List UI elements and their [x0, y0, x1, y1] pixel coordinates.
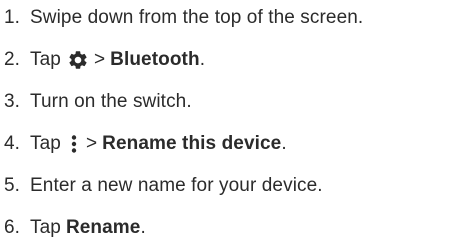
gear-icon [67, 49, 89, 71]
step-2: 2. Tap > Bluetooth . [0, 46, 205, 74]
step-number: 4. [4, 133, 21, 154]
step-number: 1. [4, 7, 21, 28]
step-content: Tap > Bluetooth . [30, 49, 205, 71]
step-number: 6. [4, 217, 21, 238]
step-number: 5. [4, 175, 21, 196]
step-prefix: Tap [30, 217, 61, 238]
step-bold-text: Bluetooth [110, 49, 200, 70]
step-prefix: Tap [30, 49, 61, 70]
step-text: Turn on the switch. [30, 91, 192, 112]
step-6: 6. Tap Rename . [0, 214, 146, 242]
step-text: Swipe down from the top of the screen. [30, 7, 364, 28]
step-content: Tap > Rename this device . [30, 133, 287, 155]
step-text: Enter a new name for your device. [30, 175, 323, 196]
step-1: 1. Swipe down from the top of the screen… [0, 4, 363, 32]
step-suffix: . [199, 49, 206, 70]
more-vert-icon [69, 133, 79, 155]
step-suffix: . [281, 133, 287, 154]
step-number: 2. [4, 49, 21, 70]
step-3: 3. Turn on the switch. [0, 88, 192, 116]
step-separator: > [85, 133, 98, 154]
step-separator: > [93, 49, 106, 70]
step-content: Tap Rename . [30, 217, 146, 239]
step-4: 4. Tap > Rename this device . [0, 130, 287, 158]
step-prefix: Tap [30, 133, 61, 154]
step-suffix: . [140, 217, 146, 238]
step-bold-text: Rename [65, 217, 141, 238]
step-5: 5. Enter a new name for your device. [0, 172, 323, 200]
step-bold-text: Rename this device [102, 133, 282, 154]
step-number: 3. [4, 91, 21, 112]
